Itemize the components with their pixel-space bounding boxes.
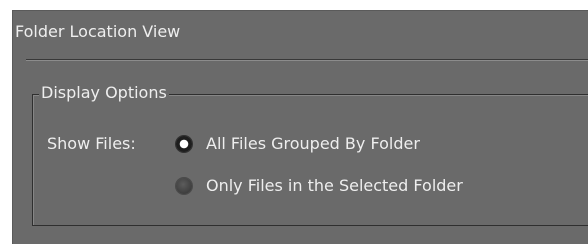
display-options-legend: Display Options <box>39 82 169 104</box>
radio-selected-icon[interactable] <box>176 136 192 152</box>
radio-label-only-files: Only Files in the Selected Folder <box>206 176 463 195</box>
radio-all-files-grouped-by-folder[interactable]: All Files Grouped By Folder <box>176 133 420 155</box>
panel-title: Folder Location View <box>15 22 181 41</box>
radio-only-files-in-selected-folder[interactable]: Only Files in the Selected Folder <box>176 175 463 197</box>
radio-unselected-icon[interactable] <box>176 178 192 194</box>
display-options-groupbox <box>32 94 588 226</box>
show-files-label: Show Files: <box>47 134 136 153</box>
title-divider <box>26 59 588 61</box>
radio-label-all-files: All Files Grouped By Folder <box>206 134 420 153</box>
